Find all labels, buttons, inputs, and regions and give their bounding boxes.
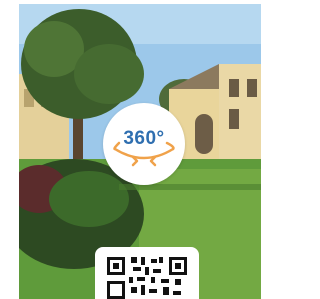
- 360-badge[interactable]: 360°: [103, 103, 185, 185]
- 360-label: 360°: [123, 128, 165, 149]
- panorama-card[interactable]: 360°: [0, 0, 261, 299]
- qr-code[interactable]: [95, 247, 199, 299]
- qr-code-icon: [105, 255, 189, 299]
